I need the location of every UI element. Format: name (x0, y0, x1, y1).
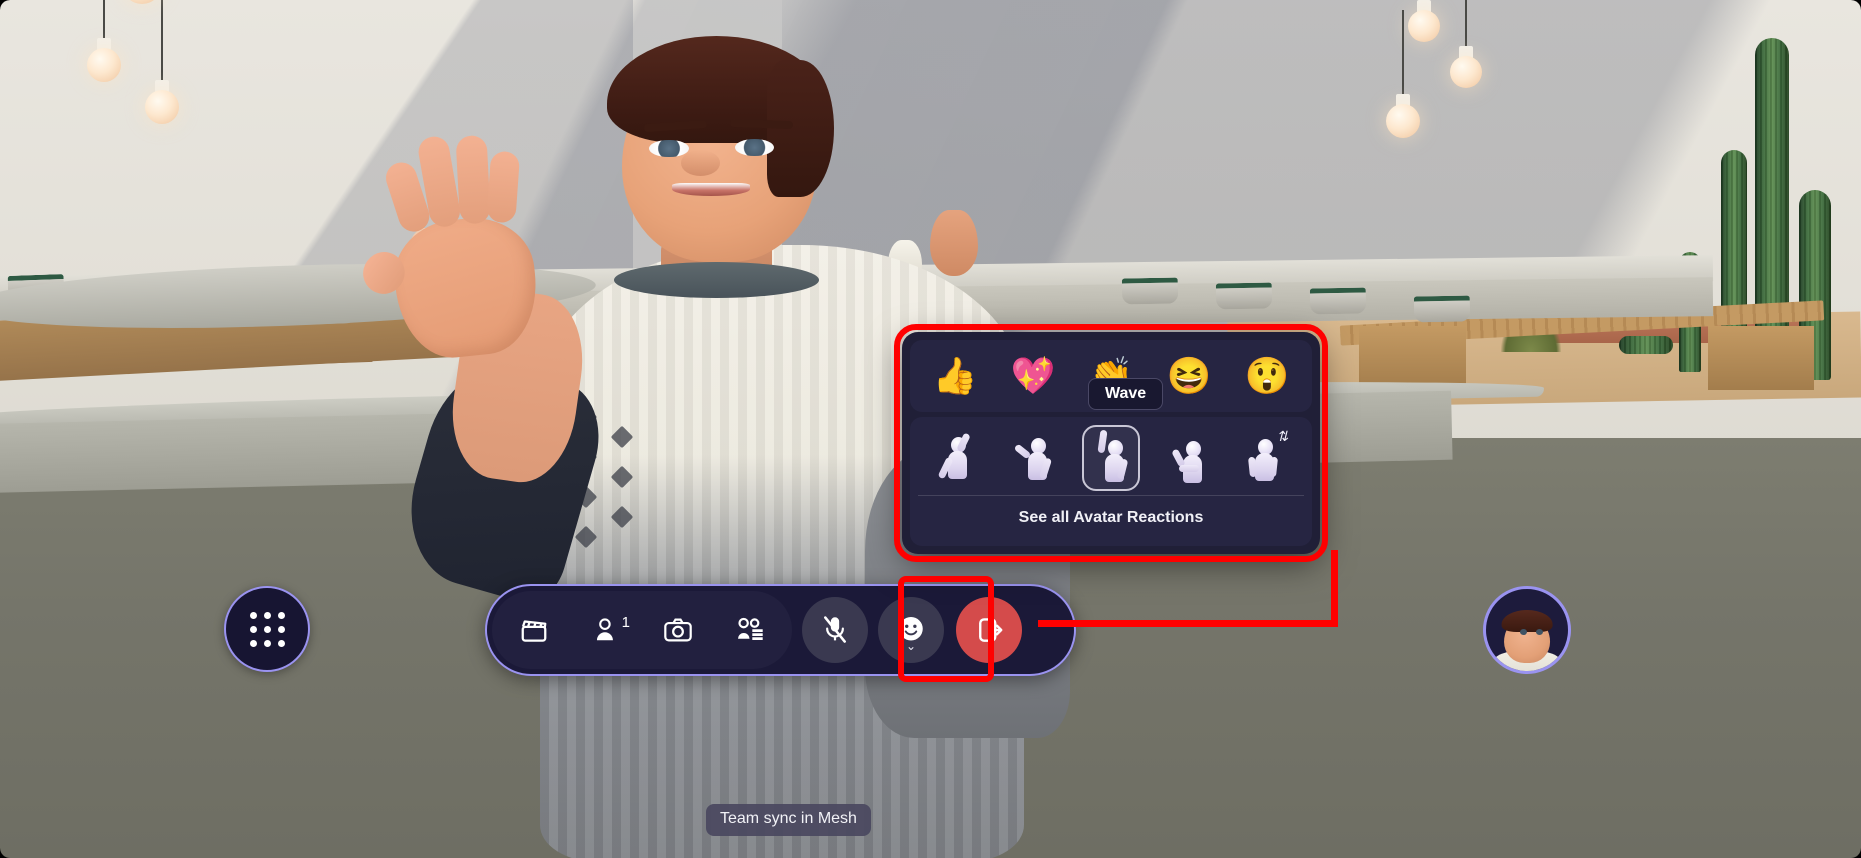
annotation-connector-vertical (1331, 550, 1338, 627)
reactions-button[interactable]: ⌄ (878, 597, 944, 663)
scene-cup (549, 330, 571, 344)
sit-stand-badge-icon: ⇅ (1276, 428, 1289, 444)
scene-chair (1121, 277, 1179, 305)
reactions-panel: 👍 💖 👏 😆 😲 Wave ⇅ See all Avatar Reaction… (902, 332, 1320, 554)
leave-button[interactable] (956, 597, 1022, 663)
avatar-gestures-row: ⇅ (918, 421, 1304, 495)
wave-tooltip: Wave (1088, 378, 1164, 410)
emoji-reactions-row: 👍 💖 👏 😆 😲 Wave (910, 340, 1312, 412)
gesture-sit-stand[interactable]: ⇅ (1236, 425, 1294, 491)
avatar-reactions-section: ⇅ See all Avatar Reactions (910, 417, 1312, 546)
heart-icon: 💖 (1010, 355, 1056, 396)
reaction-surprised[interactable]: 😲 (1240, 349, 1294, 403)
clapperboard-icon (521, 620, 547, 642)
reaction-thumbs-up[interactable]: 👍 (928, 349, 982, 403)
gesture-raise-hand[interactable] (1081, 425, 1140, 491)
scene-chair (1413, 295, 1471, 323)
toolbar-primary-group: 1 (492, 591, 792, 669)
content-button[interactable] (498, 594, 570, 666)
grid-dots-icon (249, 611, 285, 647)
scene-chair (759, 294, 817, 322)
scene-pot (888, 240, 922, 284)
gesture-salute[interactable] (1005, 425, 1063, 491)
talk-figure-icon (1170, 431, 1206, 485)
reaction-heart[interactable]: 💖 (1006, 349, 1060, 403)
reaction-laugh[interactable]: 😆 (1162, 349, 1216, 403)
chevron-down-icon: ⌄ (905, 639, 917, 653)
people-button[interactable]: 1 (570, 594, 642, 666)
microphone-muted-icon (824, 616, 846, 643)
mesh-immersive-scene: 1 ⌄ Team sync in Mesh 👍 💖 👏 😆 😲 Wave ⇅ S… (0, 0, 1861, 858)
raise-hand-figure-icon (1093, 429, 1129, 485)
gesture-talk[interactable] (1159, 425, 1217, 491)
scene-chair (861, 299, 919, 327)
camera-button[interactable] (642, 594, 714, 666)
people-count-badge: 1 (621, 614, 630, 631)
avatar-list-icon (738, 617, 763, 641)
mic-muted-button[interactable] (802, 597, 868, 663)
surprised-icon: 😲 (1244, 355, 1290, 396)
scene-chair (1215, 282, 1273, 310)
scene-pot (930, 210, 978, 276)
self-avatar-thumbnail[interactable] (1483, 586, 1571, 674)
app-launcher-button[interactable] (224, 586, 310, 672)
salute-figure-icon (1013, 431, 1052, 485)
laugh-icon: 😆 (1166, 355, 1212, 396)
celebrate-figure-icon (937, 431, 975, 485)
see-all-avatar-reactions-link[interactable]: See all Avatar Reactions (918, 495, 1304, 546)
scene-bench (1339, 300, 1824, 391)
avatar-settings-button[interactable] (714, 594, 786, 666)
gesture-celebrate[interactable] (928, 425, 986, 491)
thumbs-up-icon: 👍 (932, 355, 978, 396)
sit-stand-figure-icon: ⇅ (1247, 429, 1288, 485)
leave-call-icon (979, 618, 1003, 642)
camera-icon (664, 618, 692, 642)
meeting-title-tooltip: Team sync in Mesh (706, 804, 871, 836)
meeting-toolbar: 1 ⌄ (485, 584, 1076, 676)
person-icon (596, 618, 613, 641)
scene-chair (1309, 287, 1367, 315)
annotation-connector-horizontal (1038, 620, 1338, 627)
